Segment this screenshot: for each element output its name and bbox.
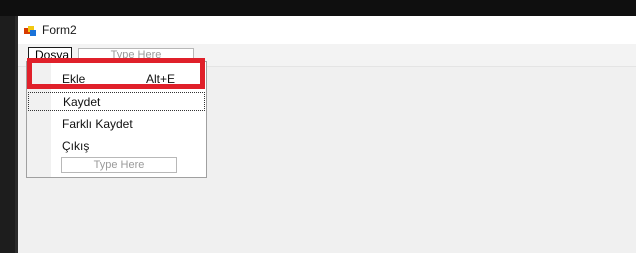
menu-item-label: Kaydet	[63, 95, 101, 109]
menu-item-ekle[interactable]: Ekle Alt+E	[28, 68, 205, 89]
menu-item-farkli-kaydet[interactable]: Farklı Kaydet	[28, 113, 205, 134]
dosya-dropdown-menu: Ekle Alt+E Kaydet Farklı Kaydet Çıkış Ty…	[26, 61, 207, 178]
menu-item-label: Çıkış	[62, 139, 90, 153]
dropdown-type-here[interactable]: Type Here	[61, 157, 177, 173]
desktop-top-strip	[0, 0, 636, 16]
menu-item-label: Farklı Kaydet	[62, 117, 133, 131]
menu-item-cikis[interactable]: Çıkış	[28, 135, 205, 156]
menu-item-kaydet[interactable]: Kaydet	[28, 92, 205, 111]
menu-item-label: Ekle	[62, 72, 86, 86]
menu-item-shortcut: Alt+E	[146, 72, 176, 86]
winforms-form-icon	[24, 25, 36, 36]
titlebar[interactable]: Form2	[18, 16, 636, 44]
window-title: Form2	[42, 23, 77, 37]
desktop-left-strip	[0, 16, 15, 253]
